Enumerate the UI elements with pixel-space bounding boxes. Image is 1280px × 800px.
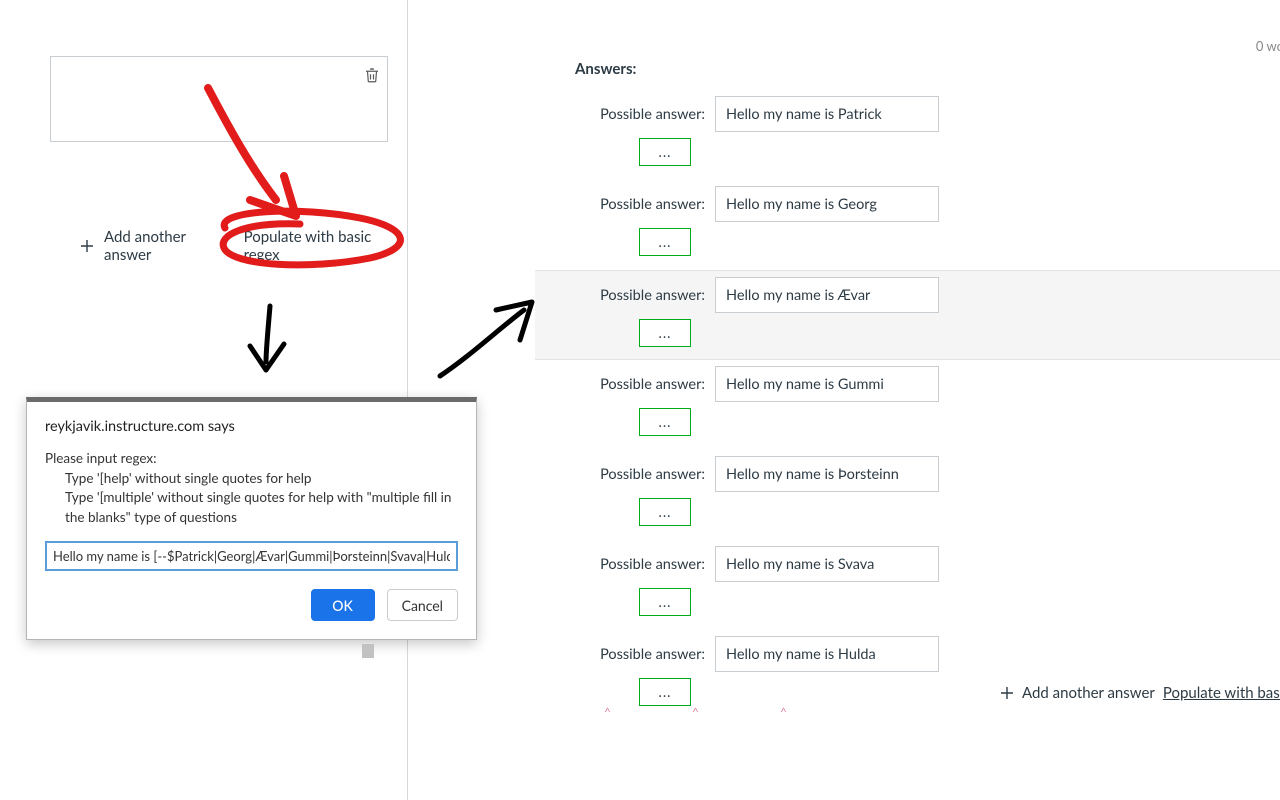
answer-options-button[interactable]: ...	[639, 498, 691, 526]
answer-row: Possible answer: ...	[575, 540, 1280, 628]
caret-icon: ^	[692, 704, 699, 719]
cancel-button[interactable]: Cancel	[387, 589, 458, 621]
plus-icon	[1000, 686, 1014, 700]
answer-options-button[interactable]: ...	[639, 408, 691, 436]
possible-answer-label: Possible answer:	[575, 376, 707, 393]
js-prompt-dialog: reykjavik.instructure.com says Please in…	[26, 397, 477, 640]
answer-row: Possible answer: ...	[575, 630, 1280, 718]
ok-button[interactable]: OK	[311, 589, 375, 621]
possible-answer-input[interactable]	[715, 277, 939, 313]
scrollbar-thumb[interactable]	[362, 644, 374, 658]
possible-answer-label: Possible answer:	[575, 466, 707, 483]
possible-answer-input[interactable]	[715, 636, 939, 672]
dialog-line: Type '[multiple' without single quotes f…	[45, 488, 458, 527]
add-another-answer-link[interactable]: Add another answer	[1022, 684, 1155, 702]
possible-answer-label: Possible answer:	[575, 556, 707, 573]
answer-row: Possible answer: ...	[575, 90, 1280, 178]
possible-answer-input[interactable]	[715, 456, 939, 492]
populate-regex-link[interactable]: Populate with basic regex	[1163, 684, 1280, 702]
left-answer-actions: Add another answer Populate with basic r…	[80, 228, 407, 264]
possible-answer-input[interactable]	[715, 366, 939, 402]
right-answer-actions: Add another answer Populate with basic r…	[1000, 684, 1280, 702]
answer-options-button[interactable]: ...	[639, 138, 691, 166]
answers-panel: Answers: Possible answer: ... Possible a…	[575, 60, 1280, 720]
caret-icon: ^	[780, 704, 787, 719]
dialog-line: Type '[help' without single quotes for h…	[45, 469, 458, 489]
possible-answer-label: Possible answer:	[575, 287, 707, 304]
word-count-fragment: 0 wo	[1256, 38, 1280, 54]
populate-regex-link[interactable]: Populate with basic regex	[244, 228, 407, 264]
regex-prompt-input[interactable]	[45, 541, 458, 571]
trash-icon[interactable]	[363, 65, 381, 85]
dialog-body: Please input regex: Type '[help' without…	[45, 449, 458, 527]
answer-options-button[interactable]: ...	[639, 588, 691, 616]
answer-editor-card	[50, 56, 388, 142]
possible-answer-label: Possible answer:	[575, 646, 707, 663]
possible-answer-input[interactable]	[715, 186, 939, 222]
possible-answer-label: Possible answer:	[575, 196, 707, 213]
possible-answer-input[interactable]	[715, 546, 939, 582]
answer-row: Possible answer: ...	[575, 180, 1280, 268]
answer-options-button[interactable]: ...	[639, 319, 691, 347]
answer-row-active: Possible answer: ...	[535, 270, 1280, 360]
plus-icon	[80, 239, 94, 253]
possible-answer-input[interactable]	[715, 96, 939, 132]
answer-row: Possible answer: ...	[575, 450, 1280, 538]
caret-icon: ^	[604, 704, 611, 719]
answers-heading: Answers:	[575, 60, 1280, 78]
answer-options-button[interactable]: ...	[639, 228, 691, 256]
add-another-answer-link[interactable]: Add another answer	[104, 228, 234, 264]
dialog-line: Please input regex:	[45, 449, 458, 469]
answer-options-button[interactable]: ...	[639, 678, 691, 706]
answer-row: Possible answer: ...	[575, 360, 1280, 448]
possible-answer-label: Possible answer:	[575, 106, 707, 123]
dialog-buttons: OK Cancel	[45, 589, 458, 621]
dialog-title: reykjavik.instructure.com says	[45, 418, 458, 435]
